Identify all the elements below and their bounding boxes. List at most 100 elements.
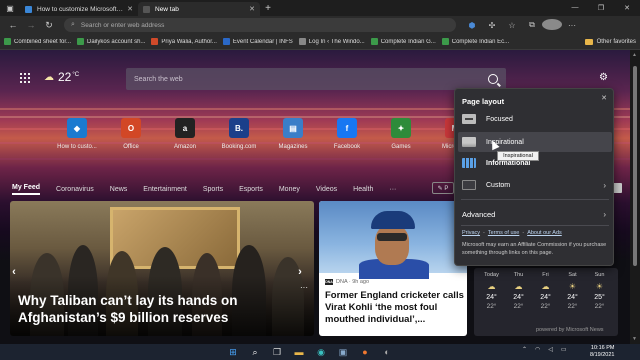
maximize-button[interactable]: ❐ xyxy=(588,4,614,12)
bookmark-item[interactable]: Dailykos account sh... xyxy=(77,38,145,45)
clock[interactable]: 10:16 PM 8/19/2021 xyxy=(590,345,614,359)
carousel-next-button[interactable]: › xyxy=(294,264,306,280)
search-icon: ⌕ xyxy=(71,21,75,28)
collections-icon[interactable]: ⧉ xyxy=(522,20,542,30)
window-menu-icon[interactable]: ▣ xyxy=(0,0,20,16)
page-scrollbar[interactable]: ▲ ▼ xyxy=(630,50,640,344)
chevron-up-icon[interactable]: ⌃ xyxy=(522,346,527,353)
quick-link[interactable]: ◆ How to custo... xyxy=(50,118,104,150)
start-windows-icon[interactable]: ⊞ xyxy=(222,345,244,359)
scroll-down-icon[interactable]: ▼ xyxy=(632,336,637,342)
forward-button[interactable]: → xyxy=(22,17,40,33)
booking-icon: B. xyxy=(229,118,249,138)
tab-new-tab[interactable]: New tab ✕ xyxy=(138,2,260,16)
sheets-icon xyxy=(4,38,11,45)
close-icon[interactable]: ✕ xyxy=(601,94,607,102)
apps-launcher-icon[interactable] xyxy=(20,73,30,83)
tab-my-feed[interactable]: My Feed xyxy=(12,184,41,195)
battery-icon[interactable]: ▭ xyxy=(561,346,567,353)
other-favorites[interactable]: Other favorites xyxy=(584,38,636,45)
side-story-headline[interactable]: Former England cricketer calls Virat Koh… xyxy=(325,290,465,326)
tab-news[interactable]: News xyxy=(110,186,128,193)
more-tabs-button[interactable]: ··· xyxy=(389,186,396,193)
wifi-icon[interactable]: ◠ xyxy=(535,346,540,353)
quick-link[interactable]: a Amazon xyxy=(158,118,212,150)
tab-sports[interactable]: Sports xyxy=(203,186,223,193)
rain-cloud-icon: ☁ xyxy=(514,282,523,291)
forecast-day: Sun ☀ 25° 22° xyxy=(586,272,613,310)
affiliate-note: Microsoft may earn an Affiliate Commissi… xyxy=(462,242,607,256)
extension-icon[interactable]: ⬢ xyxy=(462,21,482,30)
powered-by-label: powered by Microsoft News xyxy=(536,327,604,333)
games-icon: ✦ xyxy=(391,118,411,138)
quick-link[interactable]: f Facebook xyxy=(320,118,374,150)
panel-title: Page layout xyxy=(462,97,505,106)
bookmark-item[interactable]: Event Calendar | INFS xyxy=(222,38,293,45)
quick-link[interactable]: B. Booking.com xyxy=(212,118,266,150)
sunny-icon: ☀ xyxy=(595,282,604,291)
file-explorer-icon[interactable]: ▬ xyxy=(288,345,310,359)
refresh-button[interactable]: ↻ xyxy=(40,17,58,33)
volume-icon[interactable]: ◁ xyxy=(548,346,553,353)
main-story-card[interactable]: ··· Why Taliban can’t lay its hands on A… xyxy=(10,201,314,336)
personalize-button[interactable]: ✎ P xyxy=(432,182,454,194)
task-view-icon[interactable]: ❐ xyxy=(266,345,288,359)
close-window-button[interactable]: ✕ xyxy=(614,4,640,12)
extensions-puzzle-icon[interactable]: ✣ xyxy=(482,21,502,30)
new-tab-button[interactable]: + xyxy=(260,3,276,14)
about-ads-link[interactable]: About our Ads xyxy=(527,230,562,236)
layout-option-custom[interactable]: Custom › xyxy=(458,175,612,195)
firefox-icon[interactable]: ● xyxy=(354,345,376,359)
bookmark-item[interactable]: Combined sheet for... xyxy=(4,38,71,45)
weather-widget[interactable]: ☁ 22 °C xyxy=(44,70,79,84)
scrollbar-thumb[interactable] xyxy=(633,66,637,266)
settings-more-icon[interactable]: ··· xyxy=(562,21,582,30)
tab-entertainment[interactable]: Entertainment xyxy=(143,186,187,193)
tab-videos[interactable]: Videos xyxy=(316,186,337,193)
side-story-card[interactable]: DNA DNA · 9h ago Former England crickete… xyxy=(319,201,467,336)
gear-icon[interactable]: ⚙ xyxy=(599,72,608,83)
magazines-icon: ▤ xyxy=(283,118,303,138)
tab-customize-edge[interactable]: How to customize Microsoft Edge ✕ xyxy=(20,2,138,16)
profile-avatar[interactable] xyxy=(542,18,562,32)
bookmark-item[interactable]: Complete Indian Ec... xyxy=(441,38,509,45)
address-bar[interactable]: ⌕ Search or enter web address xyxy=(64,18,456,32)
scroll-up-icon[interactable]: ▲ xyxy=(632,52,637,58)
quick-link[interactable]: ▤ Magazines xyxy=(266,118,320,150)
minimize-button[interactable]: — xyxy=(562,4,588,12)
layout-option-inspirational[interactable]: Inspirational xyxy=(458,132,612,152)
tab-money[interactable]: Money xyxy=(279,186,300,193)
close-tab-icon[interactable]: ✕ xyxy=(127,5,133,13)
search-icon[interactable]: ⌕ xyxy=(244,345,266,359)
tab-label: How to customize Microsoft Edge xyxy=(37,5,125,13)
layout-option-focused[interactable]: Focused xyxy=(458,109,612,129)
bookmark-item[interactable]: Log In ‹ The Windo... xyxy=(298,38,365,45)
footer-links: Privacy - Terms of use - About our Ads xyxy=(462,230,562,236)
more-options-icon[interactable]: ··· xyxy=(300,283,308,292)
store-icon[interactable]: ▣ xyxy=(332,345,354,359)
app-icon[interactable]: ◐ xyxy=(376,345,398,359)
facebook-icon: f xyxy=(337,118,357,138)
site-icon xyxy=(222,38,230,45)
carousel-prev-button[interactable]: ‹ xyxy=(8,264,20,280)
close-tab-icon[interactable]: ✕ xyxy=(249,5,255,13)
sheets-icon xyxy=(370,38,378,45)
back-button[interactable]: ← xyxy=(4,17,22,33)
bookmark-item[interactable]: Complete Indian G... xyxy=(370,38,436,45)
privacy-link[interactable]: Privacy xyxy=(462,230,480,236)
tab-health[interactable]: Health xyxy=(353,186,373,193)
office-icon: O xyxy=(121,118,141,138)
bookmark-item[interactable]: Priya Walia, Author... xyxy=(151,38,217,45)
main-story-headline[interactable]: Why Taliban can’t lay its hands on Afgha… xyxy=(18,292,308,326)
quick-link[interactable]: O Office xyxy=(104,118,158,150)
advanced-settings[interactable]: Advanced › xyxy=(458,204,612,224)
tab-esports[interactable]: Esports xyxy=(239,186,263,193)
favorites-star-icon[interactable]: ☆ xyxy=(502,21,522,30)
tab-coronavirus[interactable]: Coronavirus xyxy=(56,186,94,193)
weather-forecast-card[interactable]: Today ☁ 24° 22° Thu ☁ 24° 22° Fri ☁ 24° 22° Sat ☀ 2… xyxy=(474,268,618,336)
search-icon[interactable] xyxy=(488,74,498,84)
quick-link[interactable]: ✦ Games xyxy=(374,118,428,150)
web-search-box[interactable]: Search the web xyxy=(126,68,506,90)
terms-link[interactable]: Terms of use xyxy=(488,230,519,236)
edge-icon[interactable]: ◉ xyxy=(310,345,332,359)
